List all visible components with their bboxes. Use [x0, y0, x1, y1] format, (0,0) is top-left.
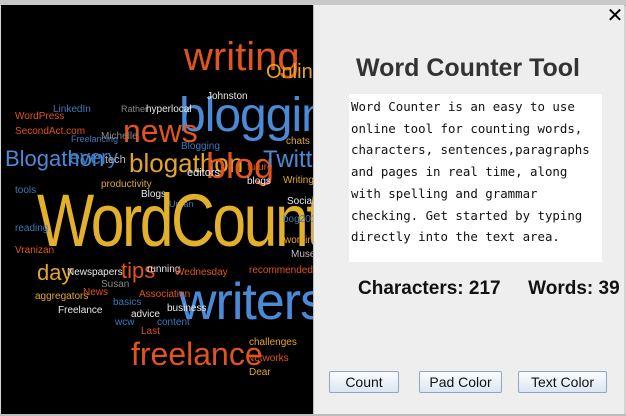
cloud-word: Muse — [291, 249, 313, 260]
cloud-word: Association — [139, 289, 191, 300]
description-line: with spelling and grammar — [351, 185, 538, 201]
cloud-word: writers — [179, 273, 313, 331]
cloud-word: aggregators — [35, 291, 89, 302]
close-icon[interactable]: ✕ — [607, 3, 624, 27]
text-color-button[interactable]: Text Color — [518, 371, 607, 393]
cloud-word: basics — [113, 297, 142, 308]
pad-color-button[interactable]: Pad Color — [419, 371, 502, 393]
cloud-word: Rather — [121, 104, 149, 114]
cloud-word: Johnston — [207, 91, 248, 102]
cloud-word: future — [247, 162, 273, 173]
characters-count: Characters: 217 — [358, 278, 501, 299]
cloud-word: Michelle — [101, 131, 138, 142]
description-line: characters, sentences,paragraphs — [351, 142, 590, 158]
count-button[interactable]: Count — [329, 371, 399, 393]
cloud-word: Networks — [247, 353, 289, 364]
cloud-word: Vranizan — [15, 245, 55, 256]
description-line: Word Counter is an easy to use — [351, 99, 575, 114]
cloud-word: editors — [187, 167, 221, 179]
cloud-word: Freelance — [58, 305, 103, 316]
cloud-word: Newspapers — [67, 267, 123, 278]
cloud-word: advice — [131, 309, 160, 320]
word-cloud-image: writingOnlinebloggingnewsWordPressSecond… — [1, 5, 313, 415]
cloud-word: content — [157, 317, 190, 328]
app-window: writingOnlinebloggingnewsWordPressSecond… — [0, 0, 626, 416]
description-line: directly into the text area. — [351, 229, 560, 245]
cloud-word: News — [83, 287, 109, 298]
cloud-word: tech — [105, 154, 126, 166]
cloud-word: Online — [266, 61, 313, 83]
cloud-word: tools — [15, 185, 37, 196]
cloud-word: freelance — [131, 336, 263, 372]
cloud-word: business — [167, 303, 207, 314]
description-line: and pages in real time, along — [351, 164, 568, 180]
cloud-word: LinkedIn — [53, 104, 91, 115]
cloud-word: working — [284, 235, 313, 246]
description-line: checking. Get started by typing — [351, 207, 583, 223]
words-count: Words: 39 — [528, 278, 620, 299]
description-text-area[interactable]: Word Counter is an easy to use online too… — [349, 94, 602, 262]
page-title: Word Counter Tool — [355, 54, 581, 82]
description-line: online tool for counting words, — [351, 120, 583, 136]
cloud-word: Dear — [249, 367, 271, 378]
cloud-word: bog201 — [283, 214, 313, 225]
cloud-word: reading — [15, 223, 49, 234]
stats-row: Characters: 217 Words: 39 — [358, 278, 620, 300]
cloud-word: hyperlocal — [146, 104, 192, 115]
cloud-word: WordCount — [37, 179, 313, 262]
cloud-word: wcw — [115, 317, 135, 328]
